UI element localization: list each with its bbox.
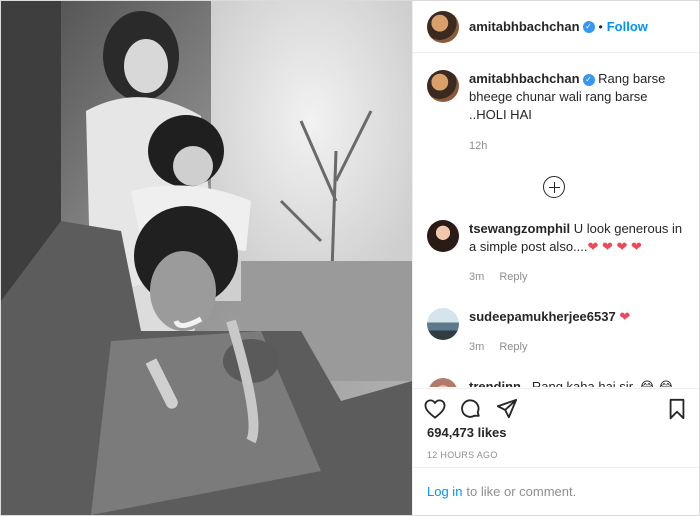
author-avatar[interactable] [427, 10, 459, 43]
caption-avatar[interactable] [427, 70, 459, 102]
heart-emoji-icon: ❤ ❤ ❤ ❤ [587, 239, 642, 254]
post-photo[interactable] [1, 1, 412, 515]
instagram-post: amitabhbachchan ✓ • Follow amitabhbachch… [0, 0, 700, 516]
posted-time[interactable]: 12 HOURS AGO [427, 450, 498, 460]
post-sidebar: amitabhbachchan ✓ • Follow amitabhbachch… [412, 1, 699, 515]
separator-dot: • [598, 19, 603, 34]
verified-badge-icon: ✓ [582, 20, 595, 33]
comment-item: sudeepamukherjee6537 ❤ 3m Reply [427, 308, 685, 356]
heart-icon[interactable] [423, 397, 447, 421]
commenter-avatar[interactable] [427, 378, 459, 387]
plus-circle-icon[interactable] [543, 176, 565, 198]
black-and-white-photo [1, 1, 412, 515]
commenter-avatar[interactable] [427, 308, 459, 340]
heart-emoji-icon: ❤ [619, 309, 631, 324]
comment-item: trendinn_ Rang kaha hai sir..😂 😂 😂 😂 😂 [427, 378, 685, 387]
login-prompt: Log in to like or comment. [413, 467, 699, 515]
comment-time: 3m [469, 271, 485, 283]
follow-button[interactable]: Follow [607, 19, 648, 34]
comment-username[interactable]: trendinn_ [469, 379, 528, 387]
comments-list[interactable]: amitabhbachchan ✓ Rang barse bheege chuna… [413, 54, 699, 387]
comment-body: sudeepamukherjee6537 ❤ 3m Reply [469, 308, 685, 356]
comment-item: tsewangzomphil U look generous in a simp… [427, 220, 685, 286]
comment-text: Rang kaha hai sir.. [531, 379, 640, 387]
verified-badge-icon: ✓ [582, 74, 595, 86]
caption-username[interactable]: amitabhbachchan [469, 71, 580, 86]
reply-button[interactable]: Reply [499, 271, 527, 283]
login-prompt-text: to like or comment. [466, 484, 577, 499]
post-header: amitabhbachchan ✓ • Follow [413, 1, 699, 53]
commenter-avatar[interactable] [427, 220, 459, 252]
comment-body: tsewangzomphil U look generous in a simp… [469, 220, 685, 286]
caption-time: 12h [469, 140, 488, 152]
comment-time: 3m [469, 341, 485, 353]
caption: amitabhbachchan ✓ Rang barse bheege chuna… [427, 70, 685, 124]
action-bar [413, 388, 699, 428]
comment-username[interactable]: sudeepamukherjee6537 [469, 309, 616, 324]
login-link[interactable]: Log in [427, 484, 462, 499]
comment-username[interactable]: tsewangzomphil [469, 221, 570, 236]
reply-button[interactable]: Reply [499, 341, 527, 353]
comment-body: trendinn_ Rang kaha hai sir..😂 😂 😂 😂 😂 [469, 378, 685, 387]
author-username[interactable]: amitabhbachchan [469, 19, 580, 34]
paper-plane-icon[interactable] [495, 397, 519, 421]
comment-meta: 3m Reply [469, 338, 685, 356]
likes-count[interactable]: 694,473 likes [427, 425, 507, 440]
comment-icon[interactable] [459, 397, 483, 421]
comment-meta: 3m Reply [469, 268, 685, 286]
caption-text-block: amitabhbachchan ✓ Rang barse bheege chuna… [469, 70, 685, 124]
bookmark-icon[interactable] [665, 397, 689, 421]
